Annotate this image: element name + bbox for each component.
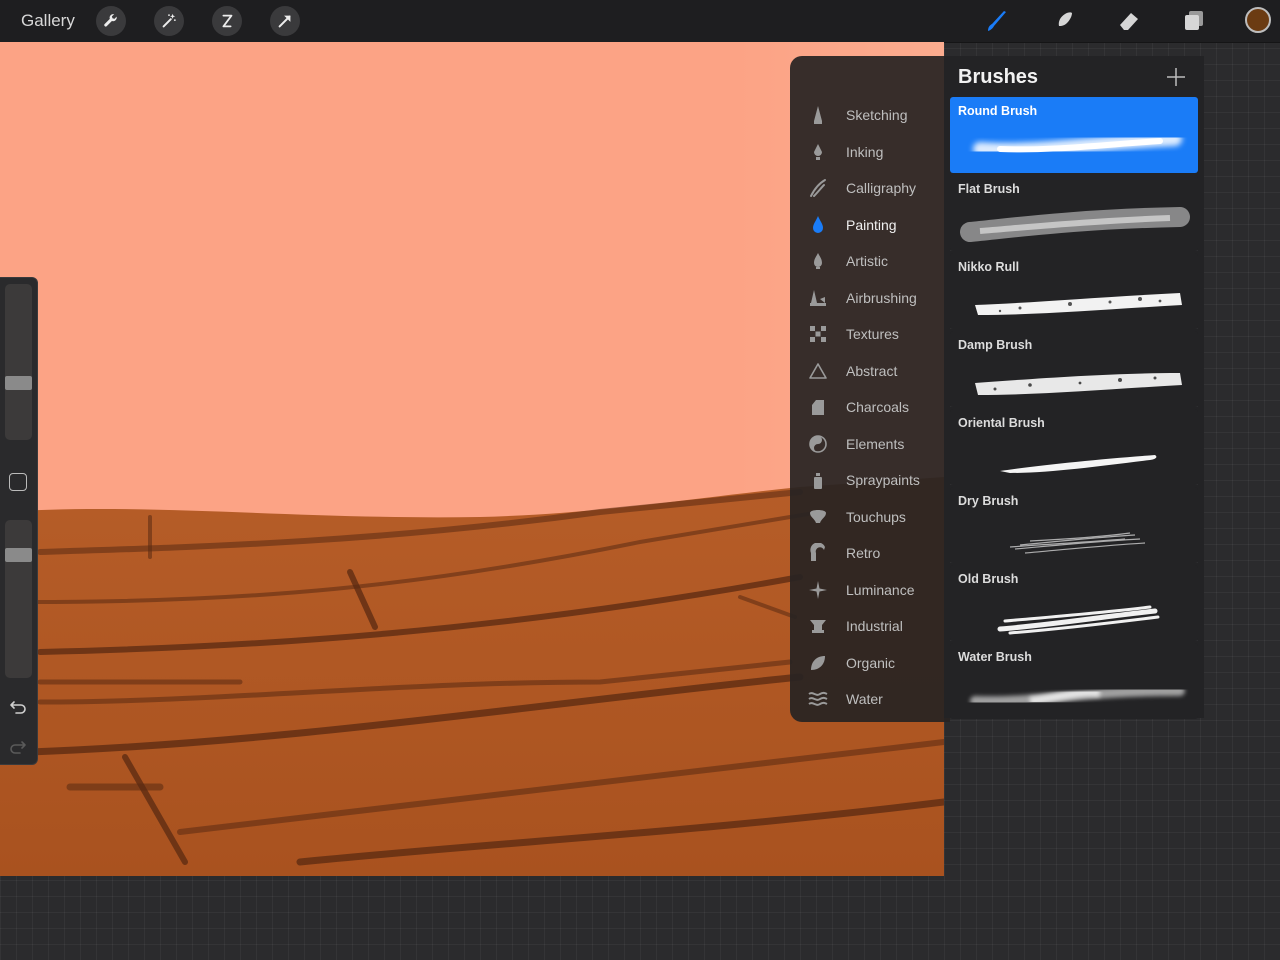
category-charcoals[interactable]: Charcoals xyxy=(790,390,950,424)
airbrush-icon xyxy=(810,290,826,306)
category-sketching[interactable]: Sketching xyxy=(790,98,950,132)
yin-yang-icon xyxy=(809,435,827,453)
brush-name: Damp Brush xyxy=(958,338,1033,352)
category-label: Charcoals xyxy=(846,399,910,415)
brush-name: Nikko Rull xyxy=(958,260,1020,274)
category-elements[interactable]: Elements xyxy=(790,427,950,461)
anvil-icon xyxy=(810,620,826,633)
waves-icon xyxy=(808,691,828,706)
category-label: Spraypaints xyxy=(846,472,920,488)
category-label: Calligraphy xyxy=(846,180,917,196)
brush-stroke-preview xyxy=(973,132,1182,157)
brush-name: Oriental Brush xyxy=(958,416,1045,430)
brush-item-old-brush[interactable]: Old Brush xyxy=(950,565,1198,641)
category-painting[interactable]: Painting xyxy=(790,208,950,242)
category-label: Airbrushing xyxy=(846,290,917,306)
category-label: Elements xyxy=(846,436,905,452)
category-calligraphy[interactable]: Calligraphy xyxy=(790,171,950,205)
brush-stroke-preview xyxy=(975,293,1182,315)
brush-name: Round Brush xyxy=(958,104,1038,118)
brush-name: Flat Brush xyxy=(958,182,1020,196)
brush-item-nikko-rull[interactable]: Nikko Rull xyxy=(950,253,1198,329)
category-label: Organic xyxy=(846,655,896,671)
category-label: Luminance xyxy=(846,582,915,598)
artistic-drop-icon xyxy=(814,253,822,269)
category-touchups[interactable]: Touchups xyxy=(790,500,950,534)
brush-item-round-brush[interactable]: Round Brush xyxy=(950,97,1198,173)
brush-item-oriental-brush[interactable]: Oriental Brush xyxy=(950,409,1198,485)
category-label: Retro xyxy=(846,545,881,561)
undo-icon[interactable] xyxy=(8,696,28,716)
eraser-icon[interactable] xyxy=(1114,6,1144,36)
left-sidebar xyxy=(0,277,38,765)
paint-drop-icon xyxy=(813,216,823,233)
sparkle-icon xyxy=(809,581,827,599)
checker-icon xyxy=(810,326,826,342)
brush-stroke-preview xyxy=(1000,455,1157,473)
smudge-icon[interactable] xyxy=(1048,6,1078,36)
redo-icon[interactable] xyxy=(8,736,28,756)
category-airbrushing[interactable]: Airbrushing xyxy=(790,281,950,315)
category-retro[interactable]: Retro xyxy=(790,536,950,570)
brush-item-dry-brush[interactable]: Dry Brush xyxy=(950,487,1198,563)
category-organic[interactable]: Organic xyxy=(790,646,950,680)
square-icon[interactable] xyxy=(9,473,27,491)
brush-stroke-preview xyxy=(1009,532,1146,554)
brush-item-flat-brush[interactable]: Flat Brush xyxy=(950,175,1198,251)
category-artistic[interactable]: Artistic xyxy=(790,244,950,278)
category-label: Inking xyxy=(846,144,884,160)
wrench-icon[interactable] xyxy=(96,6,126,36)
category-industrial[interactable]: Industrial xyxy=(790,609,950,643)
brush-item-damp-brush[interactable]: Damp Brush xyxy=(950,331,1198,407)
magic-wand-icon[interactable] xyxy=(154,6,184,36)
touchup-icon xyxy=(810,510,826,523)
selection-icon[interactable] xyxy=(212,6,242,36)
brush-library-panel: Brushes Round Brush Flat Brush Nikko Rul… xyxy=(944,56,1204,719)
brush-stroke-preview xyxy=(960,207,1190,242)
category-label: Painting xyxy=(846,217,897,233)
category-abstract[interactable]: Abstract xyxy=(790,354,950,388)
category-label: Sketching xyxy=(846,107,908,123)
spray-can-icon xyxy=(814,473,822,489)
category-water[interactable]: Water xyxy=(790,682,950,716)
pencil-tip-icon xyxy=(814,106,822,124)
brush-category-panel: Sketching Inking Calligraphy Painting Ar… xyxy=(790,56,950,722)
category-label: Artistic xyxy=(846,253,888,269)
brush-library-title: Brushes xyxy=(958,66,1039,88)
category-label: Touchups xyxy=(846,509,906,525)
plus-icon[interactable] xyxy=(1165,66,1187,88)
brush-name: Old Brush xyxy=(958,572,1019,586)
category-label: Industrial xyxy=(846,618,903,634)
category-label: Abstract xyxy=(846,363,898,379)
leaf-icon xyxy=(811,656,825,670)
transform-arrow-icon[interactable] xyxy=(270,6,300,36)
brush-name: Dry Brush xyxy=(958,494,1019,508)
charcoal-icon xyxy=(812,400,824,415)
brush-stroke-preview xyxy=(997,605,1160,635)
triangle-icon xyxy=(809,363,827,379)
category-label: Textures xyxy=(846,326,899,342)
brush-opacity-slider-thumb[interactable] xyxy=(5,548,32,562)
retro-icon xyxy=(810,543,825,561)
brush-size-slider-thumb[interactable] xyxy=(5,376,32,390)
category-textures[interactable]: Textures xyxy=(790,317,950,351)
category-label: Water xyxy=(846,691,883,707)
top-toolbar: Gallery xyxy=(0,0,1280,43)
brush-stroke-preview xyxy=(970,686,1185,707)
brush-size-slider[interactable] xyxy=(5,284,32,440)
brush-opacity-slider[interactable] xyxy=(5,520,32,678)
brush-icon[interactable] xyxy=(982,6,1012,36)
brush-name: Water Brush xyxy=(958,650,1032,664)
calligraphy-stroke-icon xyxy=(810,179,826,197)
brush-item-water-brush[interactable]: Water Brush xyxy=(950,643,1198,719)
category-spraypaints[interactable]: Spraypaints xyxy=(790,463,950,497)
gallery-button[interactable]: Gallery xyxy=(21,11,75,31)
color-picker-button[interactable] xyxy=(1245,7,1271,33)
layers-icon[interactable] xyxy=(1179,6,1209,36)
ink-drop-icon xyxy=(814,144,822,160)
category-inking[interactable]: Inking xyxy=(790,135,950,169)
category-luminance[interactable]: Luminance xyxy=(790,573,950,607)
brush-stroke-preview xyxy=(975,373,1182,395)
